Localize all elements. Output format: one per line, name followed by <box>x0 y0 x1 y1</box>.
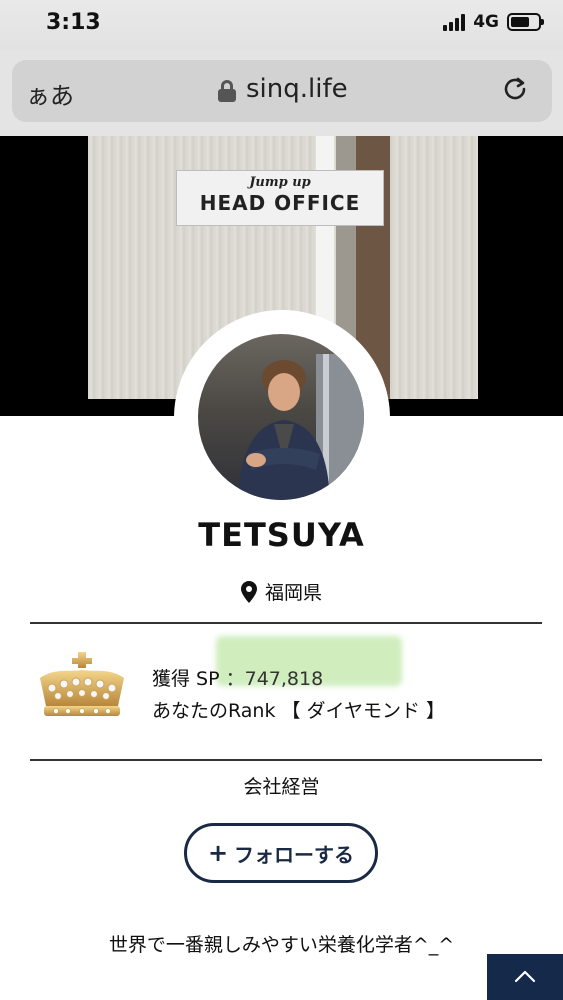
sp-label: 獲得 SP <box>152 668 220 690</box>
profile-location: 福岡県 <box>0 578 563 605</box>
office-sign: Jump up HEAD OFFICE <box>176 170 384 226</box>
location-text: 福岡県 <box>264 582 322 604</box>
divider-bottom <box>30 759 542 761</box>
lock-icon <box>218 80 236 102</box>
rank-text: あなたのRank 【 ダイヤモンド 】 <box>152 700 446 722</box>
network-type: 4G <box>473 12 499 32</box>
status-indicators: 4G <box>443 12 544 32</box>
profile-job: 会社経営 <box>243 776 320 798</box>
signal-icon <box>443 13 466 31</box>
avatar[interactable] <box>198 334 364 500</box>
text-size-button[interactable]: ぁあ <box>26 76 74 111</box>
profile-bio: 世界で一番親しみやすい栄養化学者^_^ <box>108 934 455 956</box>
divider-top <box>30 622 542 624</box>
reload-icon[interactable] <box>500 74 530 104</box>
crown-icon <box>40 652 124 716</box>
sign-brand: Jump up <box>249 175 311 190</box>
status-bar: 3:13 4G <box>0 0 563 50</box>
plus-icon: + <box>207 839 229 867</box>
scroll-top-button[interactable] <box>487 954 563 1000</box>
follow-button[interactable]: + フォローする <box>184 823 378 883</box>
browser-toolbar: ぁあ sinq.life <box>0 50 563 136</box>
address-bar[interactable]: ぁあ sinq.life <box>12 60 552 122</box>
profile-name: TETSUYA <box>198 516 365 554</box>
follow-label: フォローする <box>234 842 355 867</box>
battery-icon <box>507 13 544 31</box>
avatar-photo <box>238 354 364 500</box>
url-text[interactable]: sinq.life <box>246 74 348 104</box>
location-pin-icon <box>240 580 257 603</box>
sign-text: HEAD OFFICE <box>199 191 361 215</box>
status-time: 3:13 <box>46 10 101 35</box>
sp-line: 獲得 SP ：747,818 <box>152 664 323 691</box>
chevron-up-icon <box>514 970 536 983</box>
sp-value: ：747,818 <box>225 668 324 690</box>
